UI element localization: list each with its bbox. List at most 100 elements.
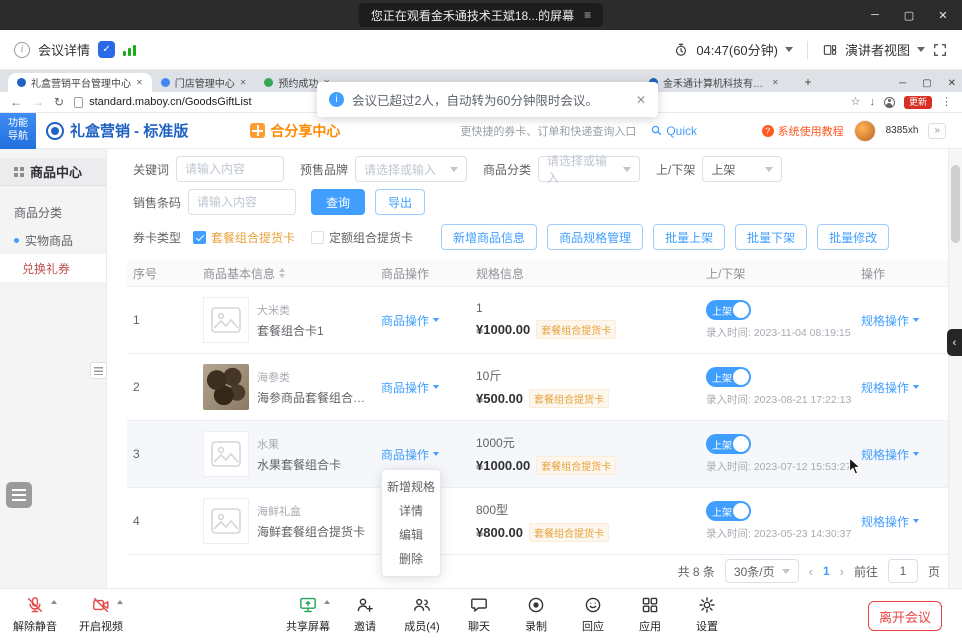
menu-item-detail[interactable]: 详情	[382, 499, 440, 523]
url-text[interactable]: standard.maboy.cn/GoodsGiftList	[89, 96, 251, 108]
members-button[interactable]: 成员(4)	[397, 595, 447, 634]
sidebar-section-product-center[interactable]: 商品中心	[0, 158, 106, 186]
view-mode-label[interactable]: 演讲者视图	[845, 40, 910, 59]
spec-op-dropdown[interactable]: 规格操作	[861, 312, 919, 329]
close-button[interactable]	[926, 0, 960, 30]
browser-menu-icon[interactable]	[941, 97, 952, 108]
checkbox-checked[interactable]	[193, 231, 206, 244]
new-tab-button[interactable]	[800, 75, 816, 89]
bullet-dot-icon	[14, 238, 19, 243]
settings-button[interactable]: 设置	[682, 595, 732, 634]
reload-icon[interactable]	[54, 96, 64, 108]
page-size-select[interactable]: 30条/页	[725, 559, 799, 583]
update-badge[interactable]: 更新	[904, 96, 932, 109]
batch-on-button[interactable]: 批量上架	[653, 224, 725, 250]
spec-op-dropdown[interactable]: 规格操作	[861, 379, 919, 396]
minimize-button[interactable]	[858, 0, 892, 30]
spec-manage-button[interactable]: 商品规格管理	[547, 224, 643, 250]
back-icon[interactable]	[10, 96, 22, 108]
batch-off-button[interactable]: 批量下架	[735, 224, 807, 250]
tab-close-icon[interactable]	[240, 78, 247, 87]
chevron-up-icon[interactable]	[324, 600, 330, 604]
checkbox-unchecked[interactable]	[311, 231, 324, 244]
function-nav-button[interactable]: 功能 导航	[0, 113, 36, 149]
maximize-button[interactable]	[892, 0, 926, 30]
sidebar-item-category[interactable]: 商品分类	[0, 198, 106, 226]
share-center-link[interactable]: 合分享中心	[250, 121, 340, 141]
shelf-select[interactable]: 上架	[702, 156, 782, 182]
share-screen-button[interactable]: 共享屏幕	[283, 595, 333, 634]
start-video-button[interactable]: 开启视频	[76, 595, 126, 634]
browser-minimize-button[interactable]	[899, 78, 906, 89]
view-mode-dropdown-icon[interactable]	[917, 47, 925, 52]
chevron-down-icon	[623, 167, 631, 172]
shelf-toggle[interactable]: 上架	[706, 501, 751, 521]
quick-link[interactable]: Quick	[650, 124, 697, 138]
chat-button[interactable]: 聊天	[454, 595, 504, 634]
page-scrollbar[interactable]	[948, 149, 962, 588]
browser-tab-active[interactable]: 礼盒营销平台管理中心	[8, 73, 152, 92]
product-op-dropdown[interactable]: 商品操作	[381, 379, 439, 396]
security-shield-icon[interactable]	[98, 41, 115, 58]
forward-icon[interactable]	[32, 96, 44, 108]
export-button[interactable]: 导出	[375, 189, 425, 215]
menu-item-delete[interactable]: 删除	[382, 547, 440, 571]
tab-close-icon[interactable]	[772, 78, 779, 87]
brand-select[interactable]: 请选择或输入	[355, 156, 467, 182]
prev-page-button[interactable]	[809, 565, 813, 578]
tutorial-link[interactable]: 系统使用教程	[762, 123, 844, 139]
screen-share-menu-icon[interactable]	[584, 9, 591, 21]
browser-tab[interactable]: 门店管理中心	[152, 73, 256, 92]
tab-close-icon[interactable]	[136, 78, 143, 87]
browser-tab[interactable]: 金禾通计算机科技有限公司	[640, 73, 790, 92]
sidebar-drag-handle[interactable]	[90, 362, 107, 379]
spec-value: 1000元	[476, 434, 700, 451]
spec-op-dropdown[interactable]: 规格操作	[861, 513, 919, 530]
sidebar-item-physical[interactable]: 实物商品	[0, 226, 106, 254]
current-page[interactable]: 1	[823, 564, 830, 578]
card-type-option-1[interactable]: 套餐组合提货卡	[211, 229, 295, 246]
download-icon[interactable]	[869, 97, 875, 108]
meeting-details-link[interactable]: 会议详情	[38, 40, 90, 59]
address-bar[interactable]: standard.maboy.cn/GoodsGiftList	[74, 96, 251, 108]
bookmark-icon[interactable]	[851, 97, 861, 108]
timer-dropdown-icon[interactable]	[785, 47, 793, 52]
barcode-input[interactable]	[188, 189, 296, 215]
product-op-dropdown[interactable]: 商品操作	[381, 312, 439, 329]
collapse-panel-button[interactable]: »	[928, 123, 946, 139]
spec-op-dropdown[interactable]: 规格操作	[861, 446, 919, 463]
reaction-button[interactable]: 回应	[568, 595, 618, 634]
record-button[interactable]: 录制	[511, 595, 561, 634]
batch-edit-button[interactable]: 批量修改	[817, 224, 889, 250]
search-button[interactable]: 查询	[311, 189, 365, 215]
unmute-button[interactable]: 解除静音	[10, 595, 60, 634]
fullscreen-icon[interactable]	[932, 42, 948, 58]
menu-item-edit[interactable]: 编辑	[382, 523, 440, 547]
add-product-button[interactable]: 新增商品信息	[441, 224, 537, 250]
keyword-input[interactable]	[176, 156, 284, 182]
shelf-toggle[interactable]: 上架	[706, 434, 751, 454]
next-page-button[interactable]	[840, 565, 844, 578]
goto-page-input[interactable]	[888, 559, 918, 583]
category-select[interactable]: 请选择或输入	[538, 156, 640, 182]
product-op-dropdown-open[interactable]: 商品操作	[381, 446, 439, 463]
sidebar-item-voucher[interactable]: 兑换礼券	[0, 254, 106, 282]
leave-meeting-button[interactable]: 离开会议	[868, 601, 942, 631]
menu-item-add-spec[interactable]: 新增规格	[382, 475, 440, 499]
chevron-up-icon[interactable]	[51, 600, 57, 604]
profile-icon[interactable]	[884, 97, 895, 108]
floating-list-button[interactable]	[6, 482, 32, 508]
sort-icon[interactable]	[279, 268, 285, 278]
toast-close-icon[interactable]	[636, 93, 646, 107]
browser-maximize-button[interactable]	[922, 78, 931, 89]
invite-button[interactable]: 邀请	[340, 595, 390, 634]
scrollbar-thumb[interactable]	[951, 165, 960, 243]
shelf-toggle[interactable]: 上架	[706, 300, 751, 320]
shelf-toggle[interactable]: 上架	[706, 367, 751, 387]
apps-button[interactable]: 应用	[625, 595, 675, 634]
card-type-option-2[interactable]: 定额组合提货卡	[329, 229, 413, 246]
avatar[interactable]	[854, 120, 876, 142]
browser-close-button[interactable]	[948, 78, 956, 89]
chevron-up-icon[interactable]	[117, 600, 123, 604]
expand-side-panel-tab[interactable]	[947, 329, 962, 356]
